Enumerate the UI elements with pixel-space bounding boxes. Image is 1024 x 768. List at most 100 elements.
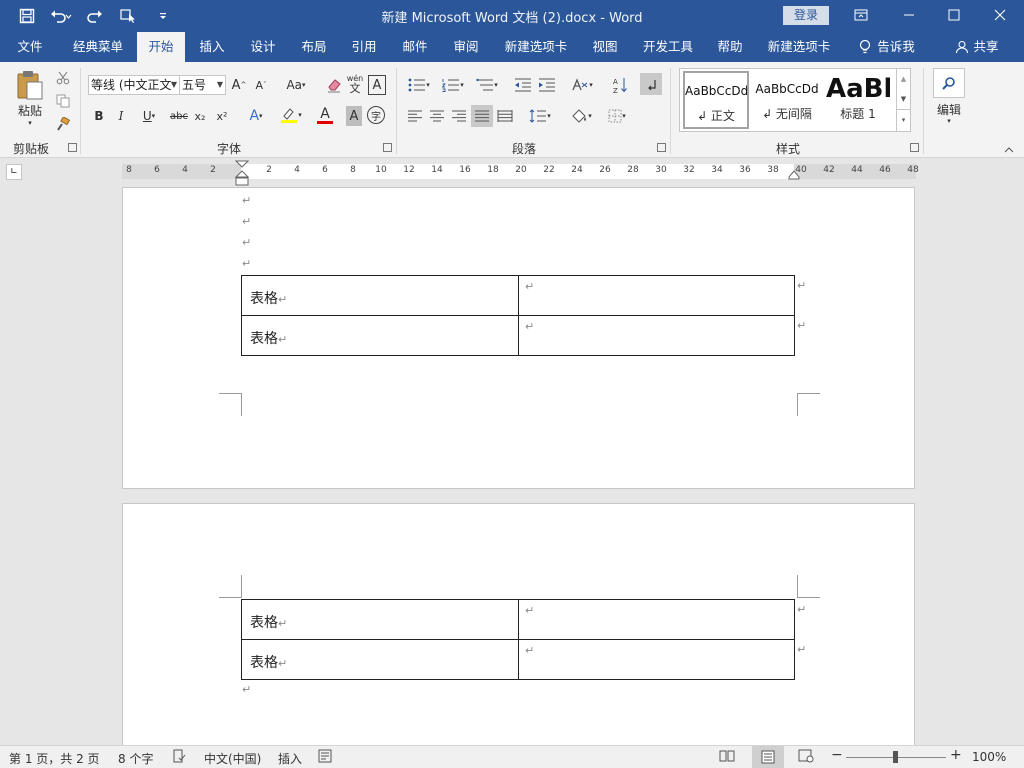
shrink-font-button[interactable]: Aˇ (253, 75, 269, 95)
indent-markers-icon[interactable] (235, 159, 249, 187)
copy-button[interactable] (53, 91, 73, 111)
align-right-button[interactable] (449, 106, 469, 126)
page-count[interactable]: 第 1 页，共 2 页 (9, 750, 100, 767)
insert-mode-indicator[interactable]: 插入 (278, 750, 302, 767)
tab-new-tab-2[interactable]: 新建选项卡 (761, 32, 837, 62)
page-2[interactable]: 表格↵ ↵ 表格↵ ↵ ↵ ↵ ↵ (122, 503, 915, 745)
redo-button[interactable] (80, 2, 110, 30)
right-indent-marker-icon[interactable] (788, 170, 800, 180)
word-count[interactable]: 8 个字 (118, 750, 153, 767)
distributed-button[interactable] (495, 106, 515, 126)
clear-formatting-button[interactable] (325, 75, 343, 95)
justify-button[interactable] (471, 105, 493, 127)
paragraph-dialog-launcher[interactable] (657, 143, 666, 152)
document-area[interactable]: ↵ ↵ ↵ ↵ 表格↵ ↵ 表格↵ ↵ ↵ ↵ 表格↵ ↵ 表格↵ ↵ ↵ ↵ … (0, 187, 1024, 745)
chinese-layout-button[interactable]: ▾ (567, 75, 597, 95)
font-color-button[interactable]: A (310, 104, 340, 126)
table-cell[interactable]: 表格↵ (241, 315, 519, 356)
borders-button[interactable]: ▾ (602, 106, 632, 126)
document-table-2[interactable]: 表格↵ ↵ 表格↵ ↵ (241, 599, 795, 680)
numbering-button[interactable]: ▾ (439, 75, 467, 95)
language-indicator[interactable]: 中文(中国) (204, 750, 261, 767)
tab-review[interactable]: 审阅 (444, 32, 488, 62)
style-no-spacing[interactable]: AaBbCcDd ↲ 无间隔 (753, 71, 821, 129)
editing-dropdown-icon[interactable]: ▾ (944, 116, 954, 126)
page-1[interactable]: ↵ ↵ ↵ ↵ 表格↵ ↵ 表格↵ ↵ ↵ ↵ (122, 187, 915, 489)
maximize-button[interactable] (931, 0, 977, 30)
close-button[interactable] (977, 0, 1023, 30)
decrease-indent-button[interactable] (513, 75, 533, 95)
clipboard-dialog-launcher[interactable] (68, 143, 77, 152)
font-name-combobox[interactable]: 等线 (中文正文 ▼ (88, 75, 180, 95)
table-cell[interactable]: ↵ (518, 639, 795, 680)
read-mode-button[interactable] (719, 749, 735, 766)
zoom-level[interactable]: 100% (972, 750, 1006, 764)
table-cell[interactable]: ↵ (518, 599, 795, 640)
tab-home[interactable]: 开始 (137, 32, 185, 62)
paste-button[interactable]: 粘贴 ▾ (12, 68, 48, 128)
superscript-button[interactable]: x² (214, 106, 230, 126)
more-styles-icon[interactable]: ▾ (897, 109, 910, 129)
sort-button[interactable]: AZ (610, 75, 630, 95)
share-button[interactable]: 共享 (950, 32, 1004, 62)
align-left-button[interactable] (405, 106, 425, 126)
enclose-characters-button[interactable]: 字 (367, 106, 385, 124)
cut-button[interactable] (53, 68, 73, 88)
tab-mailings[interactable]: 邮件 (393, 32, 437, 62)
subscript-button[interactable]: x₂ (192, 106, 208, 126)
touch-mode-button[interactable] (114, 2, 144, 30)
change-case-button[interactable]: Aa ▾ (282, 75, 310, 95)
tab-layout[interactable]: 布局 (292, 32, 336, 62)
strikethrough-button[interactable]: abc (168, 106, 190, 126)
italic-button[interactable]: I (113, 106, 129, 126)
tab-new-tab-1[interactable]: 新建选项卡 (498, 32, 574, 62)
underline-button[interactable]: U ▾ (136, 106, 162, 126)
table-cell[interactable]: ↵ (518, 315, 795, 356)
tab-view[interactable]: 视图 (583, 32, 627, 62)
multilevel-list-button[interactable]: ▾ (473, 75, 501, 95)
line-spacing-button[interactable]: ▾ (525, 106, 555, 126)
table-cell[interactable]: ↵ (518, 275, 795, 316)
style-normal[interactable]: AaBbCcDd ↲ 正文 (683, 71, 749, 129)
tab-help[interactable]: 帮助 (708, 32, 752, 62)
increase-indent-button[interactable] (537, 75, 557, 95)
table-cell[interactable]: 表格↵ (241, 639, 519, 680)
save-button[interactable] (12, 2, 42, 30)
ribbon-display-options-button[interactable] (838, 0, 884, 30)
text-effects-button[interactable]: A ▾ (243, 106, 269, 126)
tab-references[interactable]: 引用 (342, 32, 386, 62)
web-layout-button[interactable] (798, 749, 814, 766)
scroll-down-icon[interactable]: ▼ (897, 89, 910, 109)
tab-classic-menu[interactable]: 经典菜单 (64, 32, 132, 62)
bullets-button[interactable]: ▾ (405, 75, 433, 95)
shading-button[interactable]: ▾ (566, 106, 596, 126)
customize-qat-button[interactable] (148, 2, 178, 30)
show-hide-marks-button[interactable] (640, 73, 662, 95)
align-center-button[interactable] (427, 106, 447, 126)
tab-insert[interactable]: 插入 (190, 32, 234, 62)
bold-button[interactable]: B (91, 106, 107, 126)
grow-font-button[interactable]: A ^ (231, 75, 247, 95)
collapse-ribbon-button[interactable] (1002, 144, 1016, 156)
zoom-out-button[interactable]: − (831, 747, 843, 763)
undo-button[interactable] (46, 2, 76, 30)
styles-dialog-launcher[interactable] (910, 143, 919, 152)
format-painter-button[interactable] (53, 114, 73, 134)
document-table-1[interactable]: 表格↵ ↵ 表格↵ ↵ (241, 275, 795, 356)
character-border-button[interactable]: A (368, 75, 386, 95)
tab-design[interactable]: 设计 (241, 32, 285, 62)
macro-button[interactable] (318, 749, 332, 766)
font-dialog-launcher[interactable] (383, 143, 392, 152)
tab-selector-button[interactable]: ∟ (6, 164, 22, 180)
zoom-in-button[interactable]: + (950, 747, 962, 763)
table-cell[interactable]: 表格↵ (241, 599, 519, 640)
tab-developer[interactable]: 开发工具 (636, 32, 700, 62)
zoom-slider-thumb[interactable] (893, 751, 898, 763)
proofing-button[interactable] (172, 749, 186, 766)
character-shading-button[interactable]: A (346, 106, 362, 126)
tab-file[interactable]: 文件 (8, 32, 52, 62)
table-cell[interactable]: 表格↵ (241, 275, 519, 316)
login-button[interactable]: 登录 (783, 6, 829, 25)
minimize-button[interactable] (886, 0, 932, 30)
style-heading-1[interactable]: AaBb 标题 1 (826, 71, 890, 129)
